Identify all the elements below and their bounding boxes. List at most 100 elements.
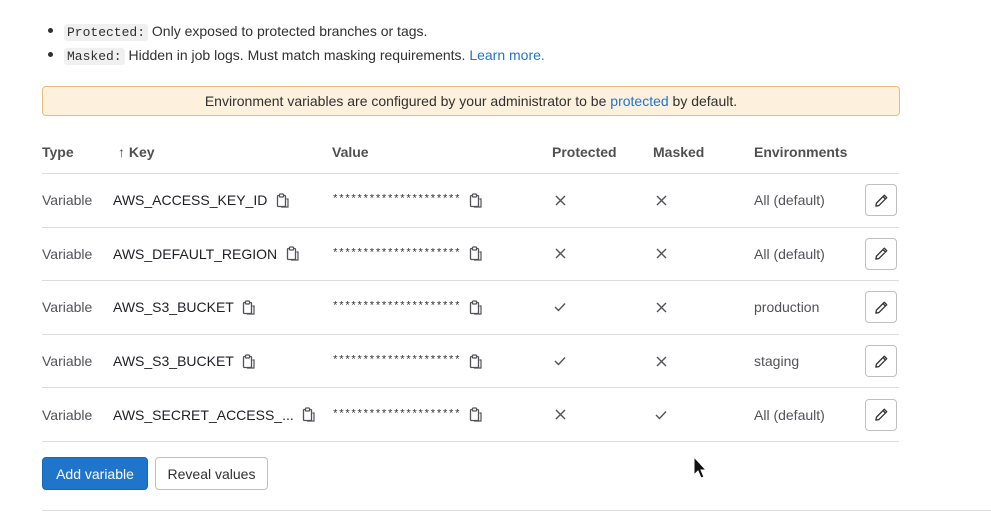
- copy-key-icon[interactable]: [300, 406, 318, 424]
- variable-type: Variable: [42, 245, 93, 262]
- variable-key: AWS_S3_BUCKET: [113, 299, 234, 316]
- masked-cell: [654, 388, 668, 441]
- table-row: Variable AWS_SECRET_ACCESS_... ***********…: [42, 388, 899, 442]
- table-row: Variable AWS_DEFAULT_REGION **************…: [42, 228, 899, 282]
- edit-variable-button[interactable]: [865, 345, 897, 378]
- environment-scope: production: [754, 299, 820, 316]
- close-icon: [654, 247, 668, 261]
- pencil-icon: [874, 193, 889, 208]
- mouse-pointer-icon: [692, 455, 708, 485]
- header-key[interactable]: ↑ Key: [118, 144, 155, 160]
- close-icon: [553, 193, 567, 207]
- edit-variable-button[interactable]: [865, 291, 897, 324]
- masked-cell: [654, 174, 668, 227]
- reveal-values-button[interactable]: Reveal values: [155, 457, 268, 490]
- table-header: Type ↑ Key Value Protected Masked Enviro…: [42, 130, 899, 174]
- masked-value: *********************: [332, 247, 461, 260]
- value-cell: *********************: [332, 174, 484, 227]
- variable-type: Variable: [42, 299, 93, 316]
- protected-cell: [553, 335, 567, 388]
- header-masked: Masked: [653, 144, 705, 160]
- protected-link[interactable]: protected: [610, 93, 668, 109]
- header-type: Type: [42, 144, 74, 160]
- alert-text-before: Environment variables are configured by …: [204, 93, 611, 109]
- header-environments: Environments: [754, 144, 848, 160]
- masked-cell: [654, 281, 668, 334]
- variable-key: AWS_DEFAULT_REGION: [113, 245, 278, 262]
- edit-variable-button[interactable]: [865, 184, 897, 217]
- header-protected: Protected: [552, 144, 617, 160]
- check-icon: [553, 354, 567, 368]
- masked-value: *********************: [332, 355, 461, 368]
- protected-term: Protected:: [64, 24, 149, 41]
- sort-ascending-icon: ↑: [118, 144, 125, 160]
- copy-value-icon[interactable]: [466, 406, 484, 424]
- masked-value: *********************: [332, 301, 461, 314]
- edit-variable-button[interactable]: [865, 398, 897, 431]
- variable-key: AWS_S3_BUCKET: [113, 353, 234, 370]
- header-key-label: Key: [128, 144, 155, 160]
- pencil-icon: [874, 300, 889, 315]
- learn-more-link[interactable]: Learn more.: [469, 47, 544, 63]
- variable-key: AWS_ACCESS_KEY_ID: [113, 192, 268, 209]
- variable-options-info: Protected: Only exposed to protected bra…: [48, 20, 545, 68]
- pencil-icon: [874, 407, 889, 422]
- close-icon: [553, 247, 567, 261]
- table-row: Variable AWS_S3_BUCKET *******************…: [42, 281, 899, 335]
- environment-scope: All (default): [754, 406, 825, 423]
- environment-scope: All (default): [754, 192, 825, 209]
- protected-description: Only exposed to protected branches or ta…: [148, 23, 428, 39]
- close-icon: [654, 193, 668, 207]
- table-row: Variable AWS_S3_BUCKET *******************…: [42, 335, 899, 389]
- table-row: Variable AWS_ACCESS_KEY_ID ***************…: [42, 174, 899, 228]
- protected-info-item: Protected: Only exposed to protected bra…: [48, 20, 545, 44]
- copy-value-icon[interactable]: [466, 245, 484, 263]
- environment-scope: All (default): [754, 245, 825, 262]
- edit-variable-button[interactable]: [865, 237, 897, 270]
- copy-key-icon[interactable]: [283, 245, 301, 263]
- variable-type: Variable: [42, 406, 93, 423]
- key-cell: AWS_SECRET_ACCESS_...: [113, 388, 318, 441]
- variable-type: Variable: [42, 353, 93, 370]
- variable-key: AWS_SECRET_ACCESS_...: [113, 406, 294, 423]
- check-icon: [654, 408, 668, 422]
- masked-term: Masked:: [64, 48, 125, 65]
- value-cell: *********************: [332, 281, 484, 334]
- variable-type: Variable: [42, 192, 93, 209]
- copy-value-icon[interactable]: [466, 352, 484, 370]
- pencil-icon: [874, 354, 889, 369]
- masked-cell: [654, 228, 668, 281]
- key-cell: AWS_DEFAULT_REGION: [113, 228, 301, 281]
- pencil-icon: [874, 246, 889, 261]
- check-icon: [553, 300, 567, 314]
- protected-cell: [553, 281, 567, 334]
- variables-table: Type ↑ Key Value Protected Masked Enviro…: [42, 130, 899, 442]
- close-icon: [553, 408, 567, 422]
- section-divider: [42, 510, 991, 511]
- key-cell: AWS_S3_BUCKET: [113, 335, 258, 388]
- masked-info-item: Masked: Hidden in job logs. Must match m…: [48, 44, 545, 68]
- masked-description: Hidden in job logs. Must match masking r…: [124, 47, 470, 63]
- protected-cell: [553, 228, 567, 281]
- value-cell: *********************: [332, 388, 484, 441]
- close-icon: [654, 300, 668, 314]
- masked-value: *********************: [332, 408, 461, 421]
- value-cell: *********************: [332, 335, 484, 388]
- key-cell: AWS_S3_BUCKET: [113, 281, 258, 334]
- value-cell: *********************: [332, 228, 484, 281]
- copy-key-icon[interactable]: [240, 352, 258, 370]
- masked-value: *********************: [332, 194, 461, 207]
- copy-key-icon[interactable]: [273, 191, 291, 209]
- header-value: Value: [332, 144, 369, 160]
- add-variable-button[interactable]: Add variable: [42, 457, 148, 490]
- copy-key-icon[interactable]: [240, 298, 258, 316]
- masked-cell: [654, 335, 668, 388]
- key-cell: AWS_ACCESS_KEY_ID: [113, 174, 291, 227]
- protected-cell: [553, 388, 567, 441]
- protected-cell: [553, 174, 567, 227]
- table-body: Variable AWS_ACCESS_KEY_ID ***************…: [42, 174, 899, 442]
- copy-value-icon[interactable]: [466, 298, 484, 316]
- protected-default-alert: Environment variables are configured by …: [42, 86, 900, 116]
- environment-scope: staging: [754, 353, 800, 370]
- copy-value-icon[interactable]: [466, 191, 484, 209]
